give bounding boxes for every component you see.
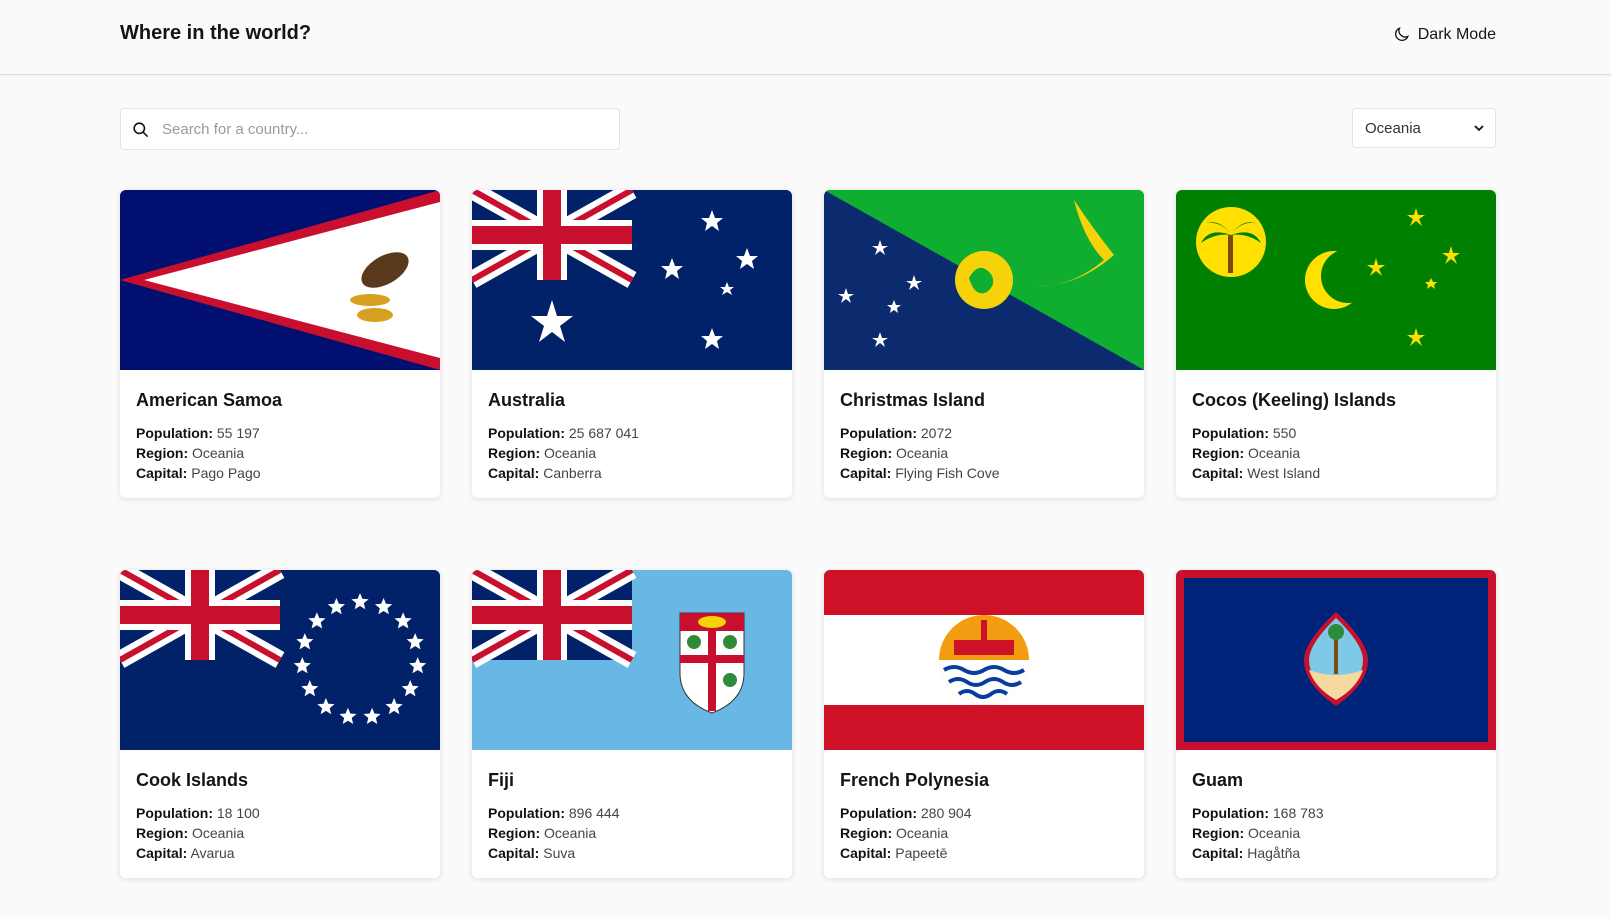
region-row: Region: Oceania — [1192, 825, 1301, 841]
dark-mode-toggle[interactable]: Dark Mode — [1392, 25, 1496, 44]
capital-row: Capital: Avarua — [136, 845, 235, 861]
population-row: Population: 550 — [1192, 425, 1297, 441]
flag-image — [824, 570, 1144, 750]
country-name: Guam — [1192, 770, 1244, 790]
region-row: Region: Oceania — [488, 445, 597, 461]
country-name: Australia — [488, 390, 566, 410]
country-name: Cocos (Keeling) Islands — [1192, 390, 1397, 410]
country-card[interactable]: Christmas Island Population: 2072 Region… — [824, 190, 1144, 498]
population-row: Population: 18 100 — [136, 805, 260, 821]
chevron-down-icon — [1474, 125, 1484, 132]
flag-image — [1176, 190, 1496, 370]
country-card[interactable]: American Samoa Population: 55 197 Region… — [120, 190, 440, 498]
region-row: Region: Oceania — [488, 825, 597, 841]
country-card[interactable]: French Polynesia Population: 280 904 Reg… — [824, 570, 1144, 878]
country-card[interactable]: Guam Population: 168 783 Region: Oceania… — [1176, 570, 1496, 878]
region-row: Region: Oceania — [840, 825, 949, 841]
flag-image — [120, 190, 440, 370]
flag-image — [824, 190, 1144, 370]
dark-mode-label: Dark Mode — [1417, 25, 1496, 43]
region-filter-select[interactable]: Oceania — [1352, 108, 1496, 148]
population-row: Population: 25 687 041 — [488, 425, 639, 441]
country-name: American Samoa — [136, 390, 283, 410]
controls-bar: Oceania — [120, 108, 1496, 150]
capital-row: Capital: Papeetē — [840, 845, 948, 861]
country-name: Cook Islands — [136, 770, 249, 790]
region-row: Region: Oceania — [840, 445, 949, 461]
capital-row: Capital: West Island — [1192, 465, 1321, 481]
region-row: Region: Oceania — [1192, 445, 1301, 461]
region-row: Region: Oceania — [136, 825, 245, 841]
flag-image — [472, 190, 792, 370]
country-card[interactable]: Fiji Population: 896 444 Region: Oceania… — [472, 570, 792, 878]
moon-icon — [1394, 26, 1409, 41]
country-card[interactable]: Cocos (Keeling) Islands Population: 550 … — [1176, 190, 1496, 498]
country-name: Fiji — [488, 770, 514, 790]
country-name: Christmas Island — [840, 390, 986, 410]
country-card[interactable]: Cook Islands Population: 18 100 Region: … — [120, 570, 440, 878]
app-title: Where in the world? — [120, 22, 312, 44]
search-box[interactable] — [120, 108, 620, 150]
capital-row: Capital: Canberra — [488, 465, 602, 481]
population-row: Population: 896 444 — [488, 805, 620, 821]
population-row: Population: 55 197 — [136, 425, 260, 441]
population-row: Population: 280 904 — [840, 805, 972, 821]
population-row: Population: 168 783 — [1192, 805, 1324, 821]
flag-image — [472, 570, 792, 750]
country-card[interactable]: Australia Population: 25 687 041 Region:… — [472, 190, 792, 498]
region-row: Region: Oceania — [136, 445, 245, 461]
flag-image — [120, 570, 440, 750]
search-input[interactable] — [160, 119, 584, 139]
flag-image — [1176, 570, 1496, 750]
region-filter-value: Oceania — [1365, 119, 1421, 137]
capital-row: Capital: Pago Pago — [136, 465, 261, 481]
country-name: French Polynesia — [840, 770, 990, 790]
capital-row: Capital: Suva — [488, 845, 576, 861]
capital-row: Capital: Flying Fish Cove — [840, 465, 1000, 481]
population-row: Population: 2072 — [840, 425, 953, 441]
search-icon — [133, 121, 149, 137]
capital-row: Capital: Hagåtña — [1192, 845, 1301, 861]
app-header: Where in the world? Dark Mode — [0, 0, 1611, 75]
